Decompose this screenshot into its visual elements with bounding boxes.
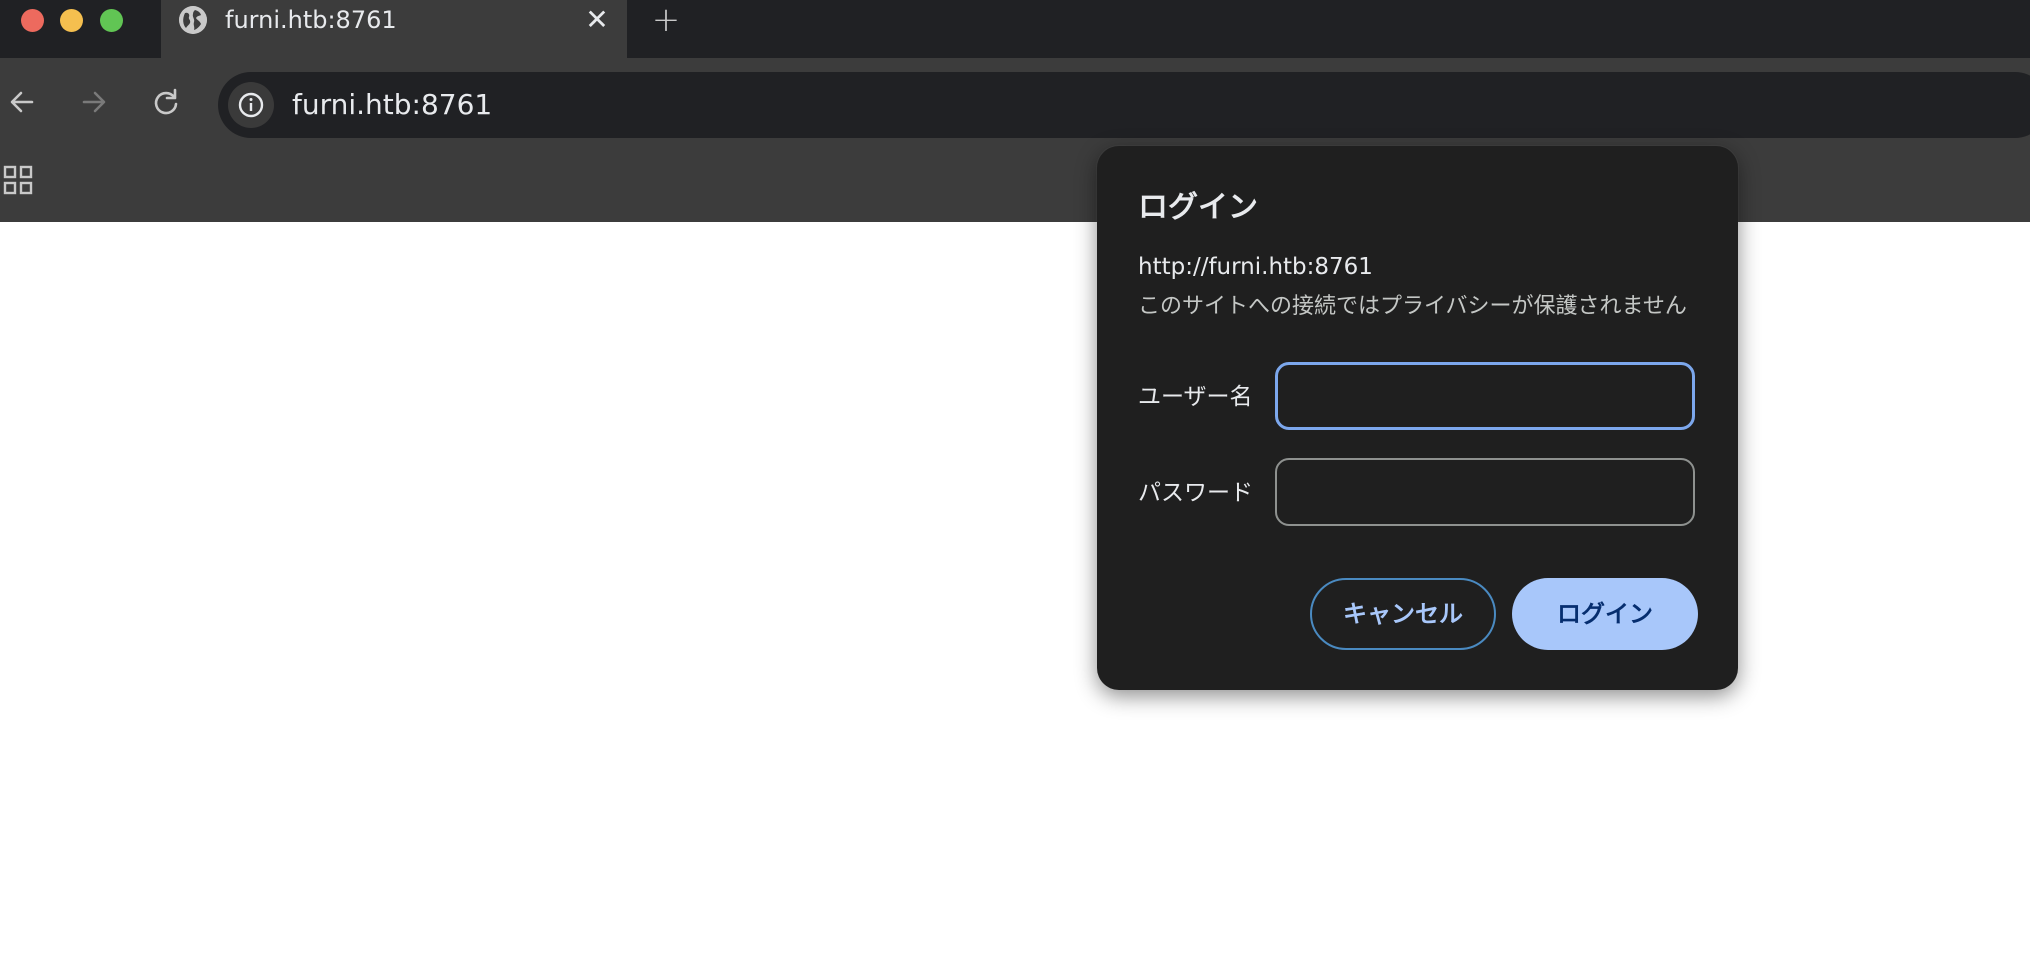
username-field[interactable] [1278, 365, 1692, 427]
tab-strip: furni.htb:8761 ✕ + [0, 0, 2030, 58]
globe-icon [179, 6, 207, 34]
close-icon[interactable]: ✕ [581, 2, 613, 38]
login-button[interactable]: ログイン [1512, 578, 1698, 650]
dialog-title: ログイン [1138, 190, 1258, 225]
arrow-left-icon [10, 91, 34, 113]
username-field-wrapper [1275, 362, 1695, 430]
username-label: ユーザー名 [1138, 384, 1253, 410]
arrow-right-icon [82, 91, 106, 113]
reload-icon [154, 88, 178, 115]
back-button[interactable] [2, 82, 42, 122]
browser-toolbar: furni.htb:8761 [0, 58, 2030, 142]
forward-button[interactable] [74, 82, 114, 122]
address-text[interactable]: furni.htb:8761 [292, 86, 492, 124]
browser-tab[interactable]: furni.htb:8761 ✕ [161, 0, 627, 58]
address-bar[interactable]: furni.htb:8761 [218, 72, 2030, 138]
login-dialog: ログイン http://furni.htb:8761 このサイトへの接続ではプラ… [1097, 146, 1738, 690]
dialog-origin: http://furni.htb:8761 [1138, 254, 1373, 280]
maximize-window-button[interactable] [100, 9, 123, 32]
password-field-wrapper [1275, 458, 1695, 526]
password-label: パスワード [1138, 480, 1253, 506]
reload-button[interactable] [146, 82, 186, 122]
tab-title: furni.htb:8761 [225, 6, 397, 34]
new-tab-button[interactable]: + [648, 2, 684, 38]
cancel-button[interactable]: キャンセル [1310, 578, 1496, 650]
password-field[interactable] [1277, 460, 1693, 524]
close-window-button[interactable] [21, 9, 44, 32]
info-icon[interactable] [228, 82, 274, 128]
apps-grid-icon[interactable] [2, 164, 34, 196]
minimize-window-button[interactable] [60, 9, 83, 32]
privacy-warning: このサイトへの接続ではプライバシーが保護されません [1138, 294, 1687, 319]
